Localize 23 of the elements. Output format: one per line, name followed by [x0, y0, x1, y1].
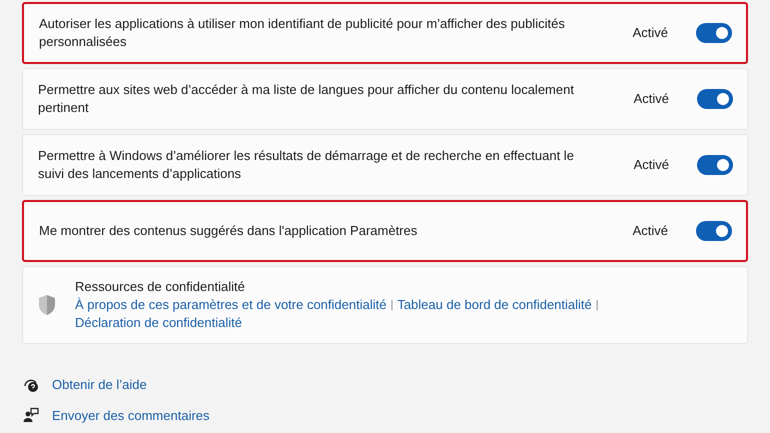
- link-separator: |: [390, 298, 394, 313]
- privacy-link[interactable]: À propos de ces paramètres et de votre confidentialité: [75, 296, 386, 314]
- setting-label: Me montrer des contenus suggérés dans l'application Paramètres: [39, 222, 418, 240]
- link-separator: |: [596, 298, 599, 313]
- privacy-link[interactable]: Tableau de bord de confidentialité: [397, 296, 592, 314]
- shield-icon: [37, 294, 57, 316]
- toggle-switch[interactable]: [696, 221, 732, 241]
- resources-title: Ressources de confidentialité: [75, 278, 246, 296]
- setting-label: Autoriser les applications à utiliser mon identifiant de publicité pour m’afficher des publicités personnalisées: [39, 15, 566, 51]
- status-label: Activé: [632, 222, 668, 240]
- feedback-icon: [23, 407, 39, 424]
- status-label: Activé: [632, 24, 668, 42]
- help-icon: [23, 376, 39, 393]
- status-label: Activé: [634, 156, 669, 174]
- help-link[interactable]: Envoyer des commentaires: [52, 406, 210, 425]
- status-label: Activé: [634, 90, 669, 108]
- toggle-switch[interactable]: [696, 23, 732, 43]
- privacy-link[interactable]: Déclaration de confidentialité: [75, 314, 242, 332]
- toggle-switch[interactable]: [697, 155, 733, 175]
- setting-label: Permettre à Windows d’améliorer les résultats de démarrage et de recherche en effectuant le suivi des lancements d’applications: [38, 147, 575, 183]
- setting-label: Permettre aux sites web d’accéder à ma liste de langues pour afficher du contenu localement pertinent: [38, 81, 575, 117]
- toggle-switch[interactable]: [697, 89, 733, 109]
- help-link[interactable]: Obtenir de l’aide: [52, 375, 147, 394]
